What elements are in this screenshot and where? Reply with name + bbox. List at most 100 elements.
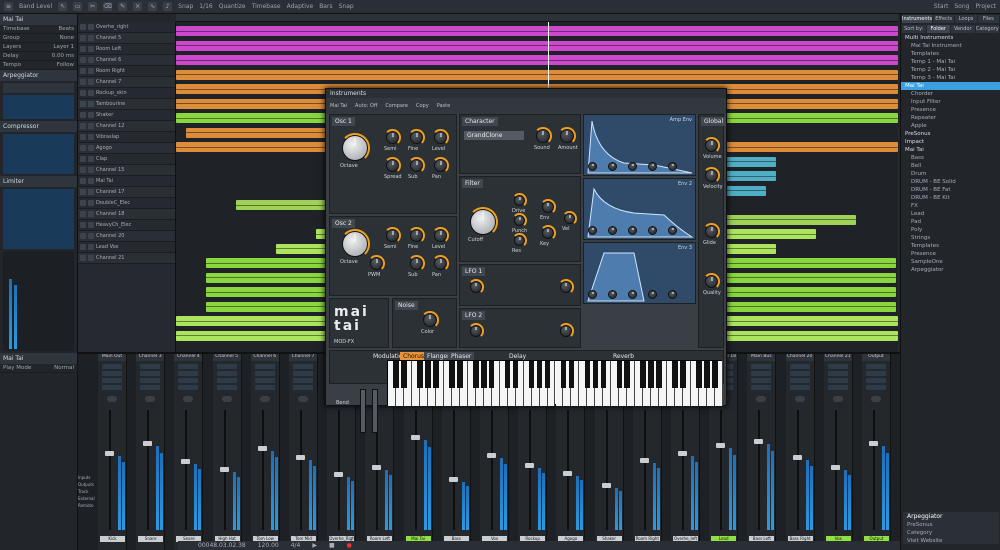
- browser-item[interactable]: Temp 3 - Mai Tai: [901, 74, 1000, 82]
- solo-button[interactable]: [88, 233, 94, 239]
- insert-slot[interactable]: [866, 378, 886, 383]
- insert-slot[interactable]: [254, 371, 275, 376]
- channel-fader[interactable]: [601, 483, 611, 488]
- envelope-knob[interactable]: [608, 290, 617, 299]
- insert-slot[interactable]: [751, 378, 772, 383]
- solo-button[interactable]: [88, 46, 94, 52]
- pan-knob[interactable]: [871, 396, 881, 402]
- inspector-row[interactable]: Group None: [0, 34, 77, 43]
- track-header[interactable]: DoubleC_Elec: [78, 198, 175, 209]
- browser-item[interactable]: DRUM - BE Solid: [901, 178, 1000, 186]
- envelope-graph[interactable]: Env 3: [583, 242, 696, 304]
- channel-fader[interactable]: [869, 441, 878, 446]
- insert-slot[interactable]: [751, 364, 772, 369]
- solo-button[interactable]: [88, 222, 94, 228]
- solo-button[interactable]: [88, 79, 94, 85]
- track-header[interactable]: Tambourine: [78, 99, 175, 110]
- black-key[interactable]: [568, 361, 575, 388]
- solo-button[interactable]: [88, 156, 94, 162]
- browser-sort-tab[interactable]: Sort by:: [902, 25, 926, 33]
- channel-fader[interactable]: [219, 467, 229, 473]
- tab-project[interactable]: Project: [975, 3, 996, 10]
- mixer-view-toggle[interactable]: Remote: [78, 502, 96, 509]
- stop-icon[interactable]: ■: [329, 542, 335, 549]
- black-key[interactable]: [680, 361, 686, 388]
- track-header[interactable]: Channel 5: [78, 33, 175, 44]
- envelope-knob[interactable]: [628, 162, 637, 171]
- solo-button[interactable]: [88, 167, 94, 173]
- envelope-knob[interactable]: [668, 226, 677, 235]
- channel-fader[interactable]: [143, 441, 153, 446]
- mixer-view-toggle[interactable]: Inputs: [78, 474, 96, 481]
- virtual-keyboard[interactable]: [387, 360, 723, 406]
- insert-slot[interactable]: [216, 371, 237, 376]
- browser-item[interactable]: Pad: [901, 218, 1000, 226]
- track-header[interactable]: Lead Vox: [78, 242, 175, 253]
- mute-button[interactable]: [80, 46, 86, 52]
- envelope-knob[interactable]: [648, 290, 657, 299]
- inspector-row[interactable]: Tempo Follow: [0, 61, 77, 70]
- black-key[interactable]: [712, 361, 718, 388]
- audio-clip[interactable]: [176, 69, 898, 80]
- inspector-section-mai-tai-top[interactable]: Mai Tai: [0, 14, 77, 25]
- channel-fader[interactable]: [678, 450, 687, 456]
- solo-button[interactable]: [88, 112, 94, 118]
- mixer-view-toggle[interactable]: Track: [78, 488, 96, 495]
- track-header[interactable]: Channel 21: [78, 253, 175, 264]
- insert-slot[interactable]: [178, 364, 199, 369]
- insert-slot[interactable]: [789, 371, 810, 376]
- solo-button[interactable]: [88, 145, 94, 151]
- black-key[interactable]: [401, 361, 407, 388]
- browser-tab[interactable]: Instruments: [902, 15, 933, 23]
- black-key[interactable]: [512, 361, 519, 388]
- envelope-knob[interactable]: [608, 226, 617, 235]
- mixer-channel-strip[interactable]: Channel 21 Vox: [823, 354, 853, 550]
- inspector-section-arpeggiator[interactable]: Arpeggiator: [0, 70, 77, 81]
- solo-button[interactable]: [88, 200, 94, 206]
- mixer-channel-strip[interactable]: Channel 7 Tom Mid: [289, 354, 318, 550]
- track-header[interactable]: Room Left: [78, 44, 175, 55]
- insert-slot[interactable]: [827, 364, 848, 369]
- channel-fader[interactable]: [830, 465, 840, 470]
- envelope-knob[interactable]: [648, 162, 657, 171]
- envelope-knob[interactable]: [608, 162, 617, 171]
- channel-fader[interactable]: [563, 471, 573, 476]
- browser-sort-tab[interactable]: Category: [975, 25, 999, 33]
- insert-slot[interactable]: [254, 364, 275, 369]
- compare-button[interactable]: Compare: [385, 103, 408, 109]
- tab-start[interactable]: Start: [934, 3, 949, 10]
- solo-button[interactable]: [88, 211, 94, 217]
- mute-button[interactable]: [80, 57, 86, 63]
- browser-item[interactable]: Strings: [901, 234, 1000, 242]
- browser-tab[interactable]: Loops: [955, 15, 977, 23]
- toolbar-timebase[interactable]: Timebase: [252, 3, 281, 10]
- black-key[interactable]: [696, 361, 702, 388]
- audio-clip[interactable]: [186, 127, 336, 138]
- channel-fader[interactable]: [754, 438, 764, 444]
- insert-slot[interactable]: [789, 378, 810, 383]
- browser-item[interactable]: Lead: [901, 210, 1000, 218]
- pan-knob[interactable]: [794, 396, 805, 402]
- pan-knob[interactable]: [756, 396, 767, 402]
- insert-slot[interactable]: [216, 385, 237, 390]
- insert-slot[interactable]: [140, 378, 161, 383]
- solo-button[interactable]: [88, 123, 94, 129]
- inspector-section-mai-tai[interactable]: Mai Tai: [0, 353, 77, 364]
- black-key[interactable]: [449, 361, 455, 388]
- black-key[interactable]: [480, 361, 487, 388]
- pan-knob[interactable]: [221, 396, 232, 402]
- mute-button[interactable]: [80, 123, 86, 129]
- browser-item[interactable]: Poly: [901, 226, 1000, 234]
- insert-slot[interactable]: [178, 371, 199, 376]
- mute-button[interactable]: [80, 255, 86, 261]
- insert-slot[interactable]: [866, 371, 886, 376]
- track-header[interactable]: Channel 20: [78, 231, 175, 242]
- browser-item[interactable]: Templates: [901, 242, 1000, 250]
- arrow-tool-icon[interactable]: ↖: [58, 2, 68, 11]
- browser-item[interactable]: Input Filter: [901, 98, 1000, 106]
- black-key[interactable]: [656, 361, 662, 388]
- solo-button[interactable]: [88, 189, 94, 195]
- browser-item[interactable]: Mai Tai: [901, 82, 1000, 90]
- insert-slot[interactable]: [293, 378, 313, 383]
- mixer-view-toggle[interactable]: External: [78, 495, 96, 502]
